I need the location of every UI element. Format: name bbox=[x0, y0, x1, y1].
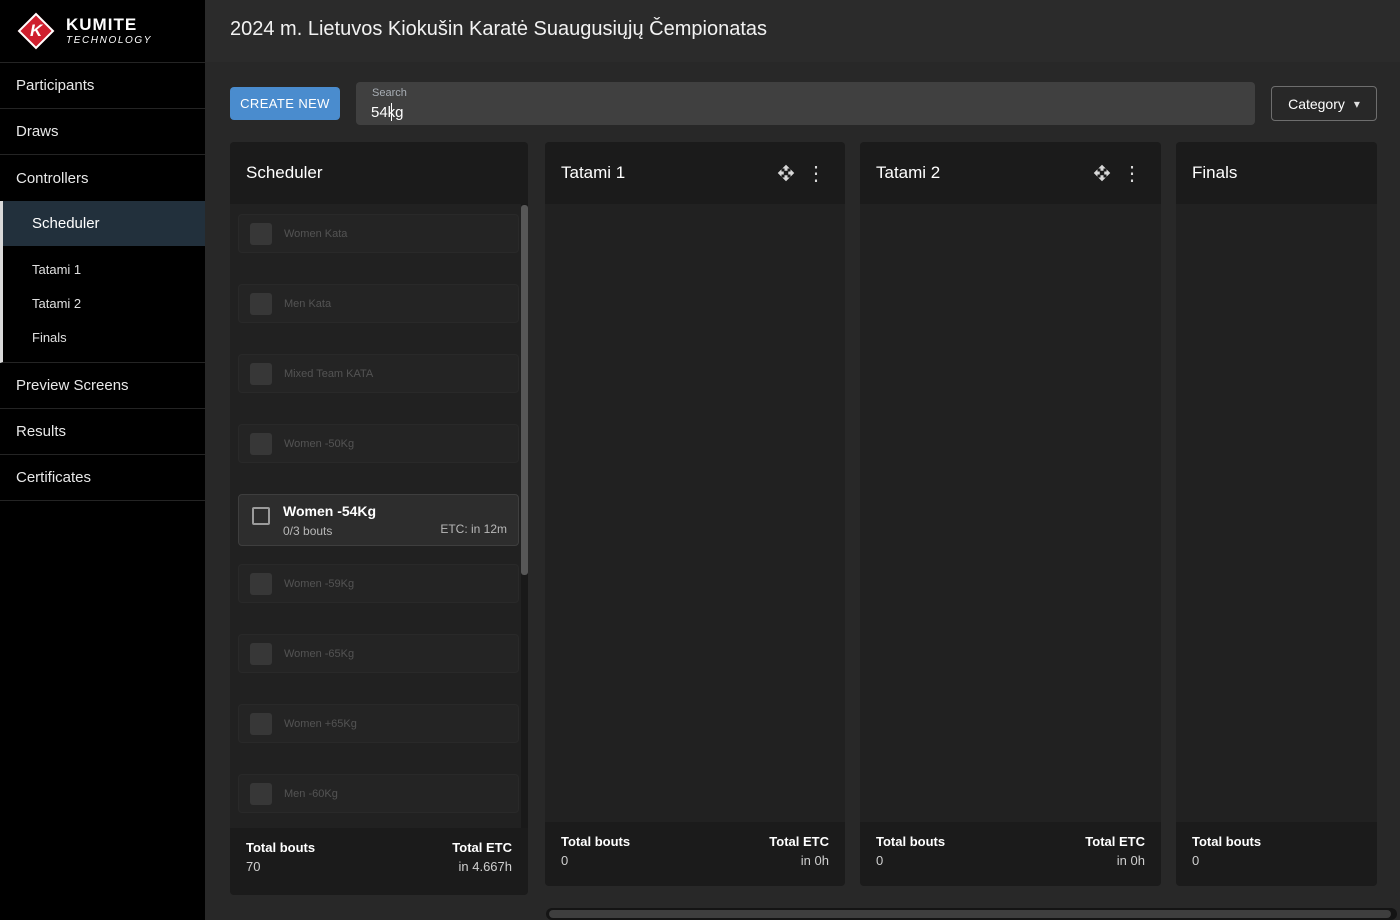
tatami-2-panel-header: Tatami 2 ⋮ bbox=[860, 142, 1161, 204]
finals-panel-header: Finals bbox=[1176, 142, 1377, 204]
scrollbar-thumb[interactable] bbox=[549, 910, 1391, 918]
category-dropdown-label: Category bbox=[1288, 96, 1345, 112]
total-bouts-label: Total bouts bbox=[561, 834, 630, 849]
category-card[interactable]: Men -60Kg bbox=[238, 774, 519, 813]
scheduler-panel-header: Scheduler bbox=[230, 142, 528, 204]
checkbox-placeholder-icon bbox=[250, 573, 272, 595]
horizontal-scrollbar[interactable] bbox=[546, 908, 1397, 920]
category-card[interactable]: Women +65Kg bbox=[238, 704, 519, 743]
finals-panel-title: Finals bbox=[1192, 163, 1363, 183]
total-bouts-value: 0 bbox=[876, 853, 945, 868]
sidebar-item-participants[interactable]: Participants bbox=[0, 63, 205, 109]
open-with-move-icon[interactable] bbox=[771, 158, 801, 188]
sidebar-item-preview-screens[interactable]: Preview Screens bbox=[0, 363, 205, 409]
tatami-1-panel: Tatami 1 ⋮ Total bouts 0 Total ETC in 0h bbox=[545, 142, 845, 886]
category-card-label: Men -60Kg bbox=[284, 788, 338, 800]
category-dropdown-button[interactable]: Category ▾ bbox=[1271, 86, 1377, 121]
total-bouts-label: Total bouts bbox=[876, 834, 945, 849]
checkbox-placeholder-icon bbox=[250, 713, 272, 735]
tatami-1-panel-header: Tatami 1 ⋮ bbox=[545, 142, 845, 204]
category-card[interactable]: Women -59Kg bbox=[238, 564, 519, 603]
search-input-label: Search bbox=[372, 87, 407, 99]
tatami-1-panel-title: Tatami 1 bbox=[561, 163, 771, 183]
category-card-label: Women -65Kg bbox=[284, 648, 354, 660]
category-card-label: Women +65Kg bbox=[284, 718, 357, 730]
category-card-label: Women -50Kg bbox=[284, 438, 354, 450]
total-etc-label: Total ETC bbox=[1085, 834, 1145, 849]
sidebar-controllers-submenu: Scheduler Tatami 1 Tatami 2 Finals bbox=[0, 201, 205, 363]
category-card[interactable]: Mixed Team KATA bbox=[238, 354, 519, 393]
logo-letter: K bbox=[30, 21, 42, 41]
create-new-button[interactable]: CREATE NEW bbox=[230, 87, 340, 120]
scrollbar-thumb[interactable] bbox=[521, 205, 528, 575]
total-etc-value: in 0h bbox=[1085, 853, 1145, 868]
total-bouts-value: 70 bbox=[246, 859, 315, 874]
search-input[interactable]: Search 54kg bbox=[356, 82, 1255, 125]
sidebar-item-draws[interactable]: Draws bbox=[0, 109, 205, 155]
total-etc-value: in 0h bbox=[769, 853, 829, 868]
brand-name: KUMITE bbox=[66, 16, 152, 35]
checkbox-placeholder-icon bbox=[250, 223, 272, 245]
category-card-etc: ETC: in 12m bbox=[440, 522, 507, 536]
finals-panel-footer: Total bouts 0 bbox=[1176, 822, 1377, 886]
text-cursor bbox=[391, 103, 392, 121]
scheduler-panel: Scheduler Women Kata Men Kata Mixed Team… bbox=[230, 142, 528, 895]
scheduler-card-list: Women Kata Men Kata Mixed Team KATA Wome… bbox=[230, 204, 528, 828]
checkbox[interactable] bbox=[252, 507, 270, 525]
category-card-label: Mixed Team KATA bbox=[284, 368, 373, 380]
brand-logo: K KUMITE TECHNOLOGY bbox=[0, 0, 205, 62]
category-card-label: Women Kata bbox=[284, 228, 347, 240]
checkbox-placeholder-icon bbox=[250, 363, 272, 385]
total-bouts-value: 0 bbox=[561, 853, 630, 868]
search-input-value: 54kg bbox=[371, 104, 404, 121]
total-etc-label: Total ETC bbox=[452, 840, 512, 855]
checkbox-placeholder-icon bbox=[250, 643, 272, 665]
app-header: 2024 m. Lietuvos Kiokušin Karatė Suaugus… bbox=[205, 0, 1400, 62]
category-card[interactable]: Women -50Kg bbox=[238, 424, 519, 463]
category-card-active[interactable]: Women -54Kg 0/3 bouts ETC: in 12m bbox=[238, 494, 519, 546]
kumite-logo-icon: K bbox=[14, 9, 58, 53]
sidebar-item-tatami-2[interactable]: Tatami 2 bbox=[3, 286, 205, 320]
category-card-label: Men Kata bbox=[284, 298, 331, 310]
page-title: 2024 m. Lietuvos Kiokušin Karatė Suaugus… bbox=[230, 18, 767, 41]
sidebar: K KUMITE TECHNOLOGY Participants Draws C… bbox=[0, 0, 205, 920]
checkbox-placeholder-icon bbox=[250, 293, 272, 315]
sidebar-item-tatami-1[interactable]: Tatami 1 bbox=[3, 252, 205, 286]
total-etc-value: in 4.667h bbox=[452, 859, 512, 874]
brand-subtitle: TECHNOLOGY bbox=[66, 35, 152, 46]
total-etc-label: Total ETC bbox=[769, 834, 829, 849]
sidebar-item-controllers[interactable]: Controllers bbox=[0, 155, 205, 201]
tatami-2-panel-title: Tatami 2 bbox=[876, 163, 1087, 183]
total-bouts-label: Total bouts bbox=[246, 840, 315, 855]
checkbox-placeholder-icon bbox=[250, 433, 272, 455]
scheduler-vertical-scrollbar[interactable] bbox=[521, 204, 528, 828]
checkbox-placeholder-icon bbox=[250, 783, 272, 805]
scheduler-panel-footer: Total bouts 70 Total ETC in 4.667h bbox=[230, 828, 528, 895]
sidebar-nav: Participants Draws Controllers Scheduler… bbox=[0, 62, 205, 501]
sidebar-item-scheduler[interactable]: Scheduler bbox=[3, 201, 205, 246]
finals-panel: Finals Total bouts 0 bbox=[1176, 142, 1377, 886]
sidebar-item-results[interactable]: Results bbox=[0, 409, 205, 455]
category-card-title: Women -54Kg bbox=[283, 503, 376, 519]
category-card-bouts: 0/3 bouts bbox=[283, 524, 376, 538]
main-area: 2024 m. Lietuvos Kiokušin Karatė Suaugus… bbox=[205, 0, 1400, 920]
category-card[interactable]: Men Kata bbox=[238, 284, 519, 323]
kebab-menu-icon[interactable]: ⋮ bbox=[801, 158, 831, 188]
tatami-2-panel: Tatami 2 ⋮ Total bouts 0 Total ETC in 0h bbox=[860, 142, 1161, 886]
tatami-2-panel-footer: Total bouts 0 Total ETC in 0h bbox=[860, 822, 1161, 886]
kebab-menu-icon[interactable]: ⋮ bbox=[1117, 158, 1147, 188]
open-with-move-icon[interactable] bbox=[1087, 158, 1117, 188]
category-card[interactable]: Women -65Kg bbox=[238, 634, 519, 673]
scheduler-panel-title: Scheduler bbox=[246, 163, 514, 183]
category-card[interactable]: Women Kata bbox=[238, 214, 519, 253]
total-bouts-value: 0 bbox=[1192, 853, 1261, 868]
total-bouts-label: Total bouts bbox=[1192, 834, 1261, 849]
category-card-label: Women -59Kg bbox=[284, 578, 354, 590]
sidebar-item-finals[interactable]: Finals bbox=[3, 320, 205, 354]
caret-down-icon: ▾ bbox=[1354, 97, 1360, 111]
sidebar-item-certificates[interactable]: Certificates bbox=[0, 455, 205, 501]
tatami-1-panel-footer: Total bouts 0 Total ETC in 0h bbox=[545, 822, 845, 886]
